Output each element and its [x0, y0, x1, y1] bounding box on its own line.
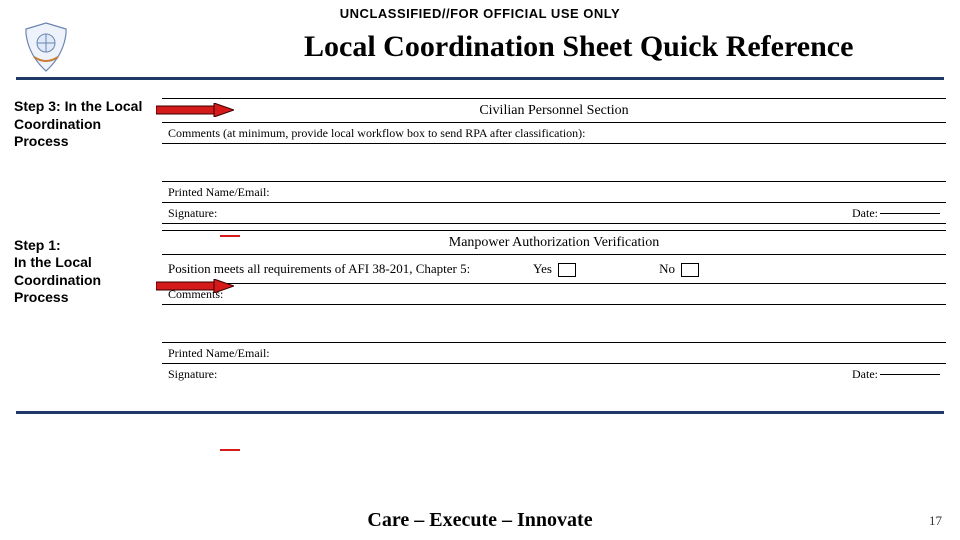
callout-step3: Step 3: In the Local Coordination Proces… — [14, 98, 154, 151]
red-arrow-icon — [156, 103, 234, 117]
comments2-label-row: Comments: — [162, 284, 946, 305]
org-shield-icon — [16, 21, 76, 73]
slide-title: Local Coordination Sheet Quick Reference — [84, 30, 944, 64]
yes-checkbox — [558, 263, 576, 277]
callout-step1: Step 1: In the Local Coordination Proces… — [14, 237, 154, 307]
red-arrow-icon — [156, 279, 234, 293]
signature-row-2: Signature: Date: — [162, 364, 946, 384]
comments-instruction: Comments (at minimum, provide local work… — [162, 123, 946, 144]
red-underline-icon — [220, 449, 240, 451]
comments2-field — [162, 305, 946, 343]
classification-banner: UNCLASSIFIED//FOR OFFICIAL USE ONLY — [16, 6, 944, 21]
no-checkbox — [681, 263, 699, 277]
page-number: 17 — [902, 513, 942, 529]
section1-header: Civilian Personnel Section — [162, 99, 946, 123]
section2-header: Manpower Authorization Verification — [162, 230, 946, 255]
comments-field — [162, 144, 946, 182]
printed-name-row: Printed Name/Email: — [162, 182, 946, 203]
printed-name-row-2: Printed Name/Email: — [162, 343, 946, 364]
signature-row: Signature: Date: — [162, 203, 946, 224]
requirements-question-row: Position meets all requirements of AFI 3… — [162, 255, 946, 284]
red-underline-icon — [220, 235, 240, 237]
form-excerpt: Civilian Personnel Section Comments (at … — [162, 98, 946, 405]
bottom-divider — [16, 411, 944, 414]
footer-motto: Care – Execute – Innovate — [58, 509, 902, 532]
